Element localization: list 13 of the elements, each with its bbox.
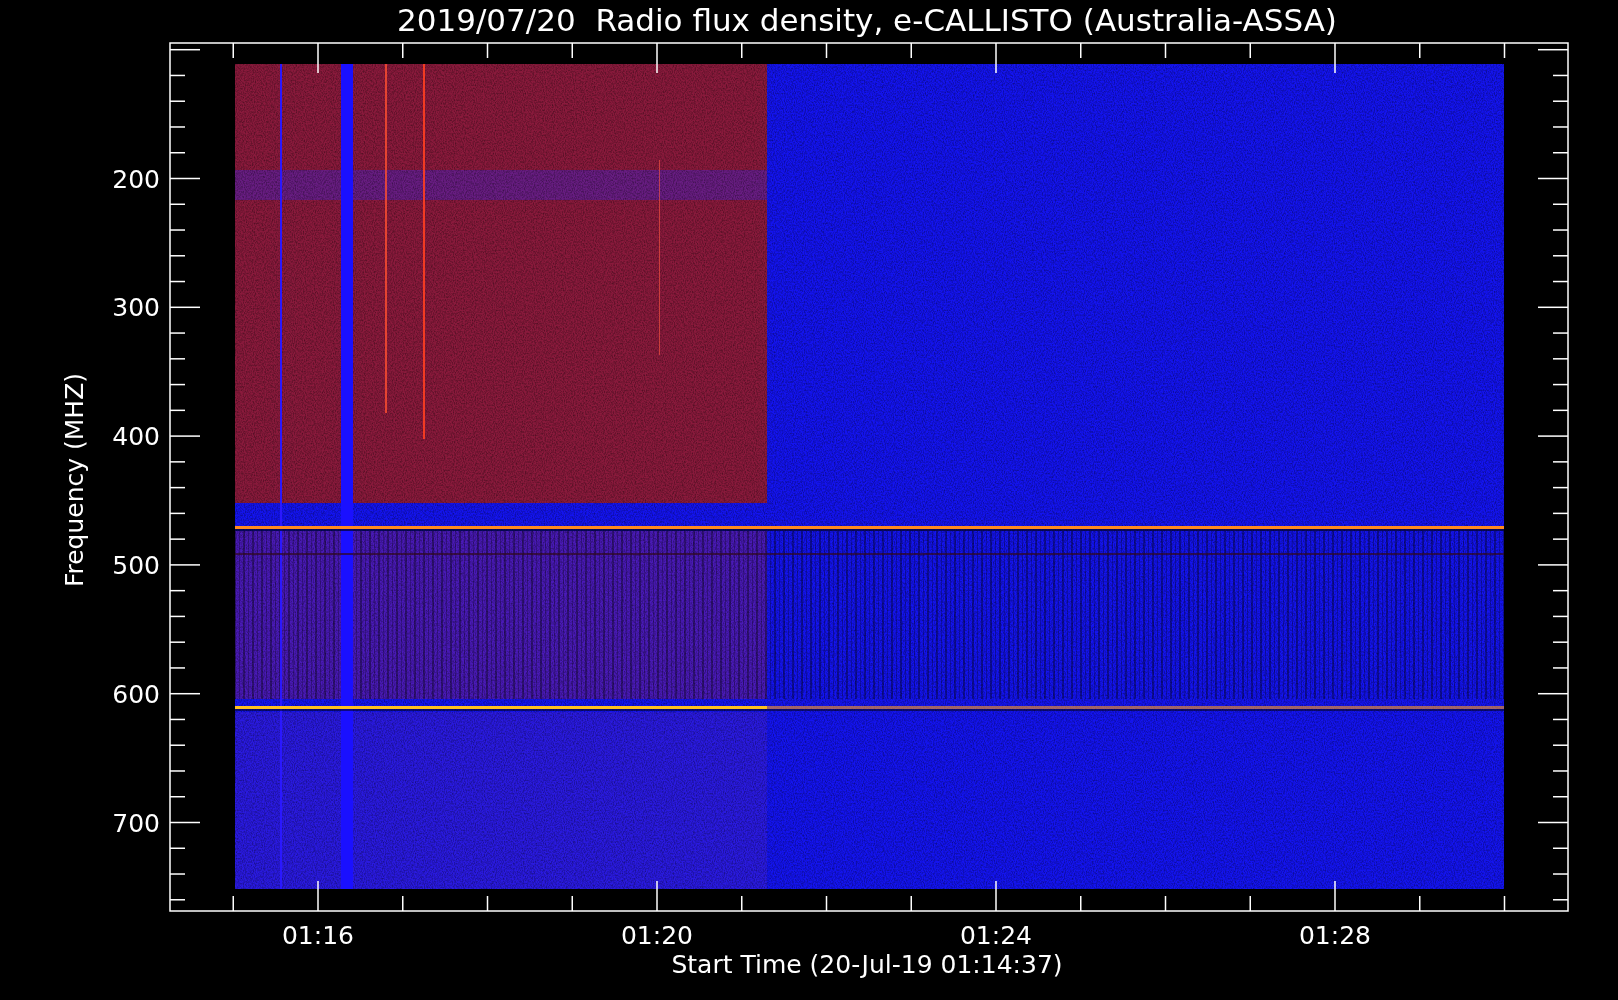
x-tick-label: 01:28 xyxy=(1299,921,1371,950)
y-tick-label: 400 xyxy=(112,422,160,452)
x-tick-label: 01:24 xyxy=(960,921,1032,950)
y-tick-label: 300 xyxy=(112,293,160,323)
y-tick-label: 600 xyxy=(112,679,160,709)
y-tick-label: 700 xyxy=(112,808,160,838)
x-tick-label: 01:20 xyxy=(621,921,693,950)
y-axis-label: Frequency (MHZ) xyxy=(60,372,89,588)
x-axis-label: Start Time (20-Jul-19 01:14:37) xyxy=(671,950,1063,979)
y-tick-label: 200 xyxy=(112,164,160,194)
x-tick-label: 01:16 xyxy=(282,921,354,950)
y-tick-label: 500 xyxy=(112,550,160,580)
plot-title: 2019/07/20 Radio flux density, e-CALLISTO (Australia-ASSA) xyxy=(397,2,1337,38)
